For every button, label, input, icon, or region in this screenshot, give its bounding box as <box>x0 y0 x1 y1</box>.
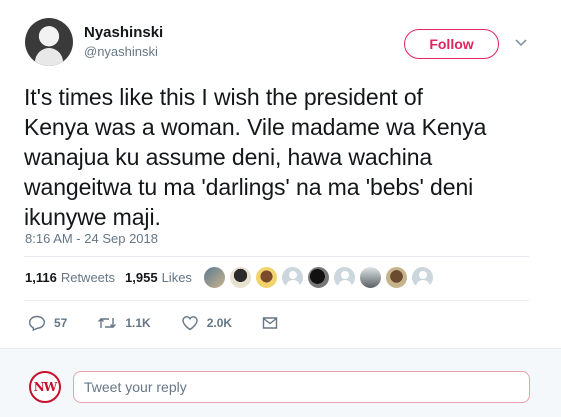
likes-label[interactable]: Likes <box>162 270 192 285</box>
likes-count[interactable]: 1,955 <box>125 270 158 285</box>
retweet-icon <box>98 318 117 328</box>
avatar-figure <box>35 48 63 66</box>
liker-avatar[interactable] <box>333 266 356 289</box>
liker-avatar[interactable] <box>307 266 330 289</box>
reply-icon <box>28 315 46 331</box>
retweet-action[interactable]: 1.1K <box>97 316 151 330</box>
retweets-count[interactable]: 1,116 <box>25 270 57 285</box>
liker-avatar[interactable] <box>203 266 226 289</box>
follow-button[interactable]: Follow <box>404 29 499 59</box>
envelope-icon <box>262 317 278 329</box>
engagement-stats: 1,116 Retweets 1,955 Likes <box>25 270 202 285</box>
tweet-line: ikunywe maji. <box>24 204 161 230</box>
like-count: 2.0K <box>206 316 233 330</box>
reply-bar: NW <box>0 348 561 417</box>
tweet-line: Kenya was a woman. Vile madame wa Kenya <box>24 114 487 140</box>
direct-message-action[interactable] <box>262 316 286 330</box>
retweets-label[interactable]: Retweets <box>61 270 115 285</box>
tweet-actions: 57 1.1K 2.0K <box>28 315 316 331</box>
tweet-line: It's times like this I wish the presiden… <box>24 84 423 110</box>
liker-avatar[interactable] <box>229 266 252 289</box>
like-action[interactable]: 2.0K <box>181 315 232 331</box>
divider <box>24 300 529 301</box>
tweet-line: wangeitwa tu ma 'darlings' na ma 'bebs' … <box>24 174 474 200</box>
heart-icon <box>182 316 198 331</box>
reply-avatar: NW <box>29 371 61 403</box>
reply-avatar-logo: NW <box>33 380 57 394</box>
author-handle[interactable]: @nyashinski <box>84 44 158 59</box>
author-name[interactable]: Nyashinski <box>84 24 163 41</box>
liker-avatar[interactable] <box>359 266 382 289</box>
reply-input[interactable] <box>73 371 530 403</box>
reply-count: 57 <box>54 316 68 330</box>
tweet-line: wanajua ku assume deni, hawa wachina <box>24 144 433 170</box>
liker-avatars <box>203 266 437 289</box>
author-avatar[interactable] <box>25 18 73 66</box>
chevron-down-icon[interactable] <box>514 36 528 50</box>
divider <box>24 256 529 257</box>
retweet-count: 1.1K <box>125 316 151 330</box>
liker-avatar[interactable] <box>255 266 278 289</box>
tweet-card: Nyashinski @nyashinski Follow It's times… <box>0 0 561 348</box>
liker-avatar[interactable] <box>385 266 408 289</box>
tweet-timestamp[interactable]: 8:16 AM - 24 Sep 2018 <box>25 231 158 246</box>
reply-action[interactable]: 57 <box>28 315 67 331</box>
liker-avatar[interactable] <box>281 266 304 289</box>
tweet-text: It's times like this I wish the presiden… <box>24 82 544 232</box>
liker-avatar[interactable] <box>411 266 434 289</box>
